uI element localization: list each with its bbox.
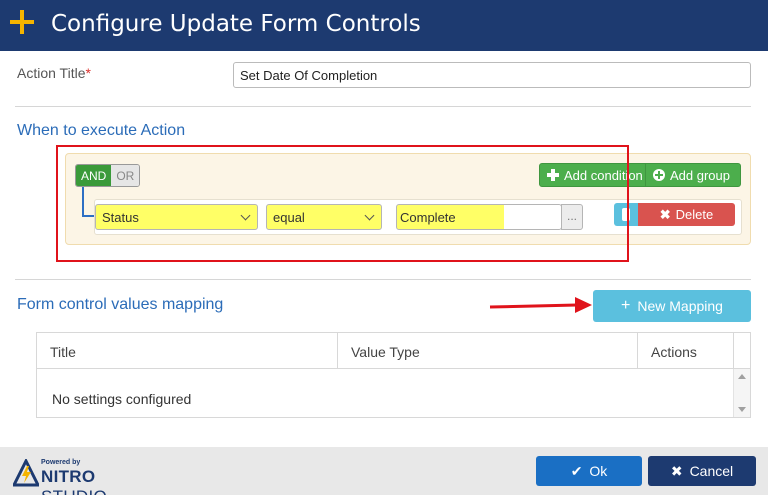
table-scrollbar[interactable] [733,369,750,417]
powered-by-text: Powered by [41,459,81,466]
mapping-section-title: Form control values mapping [17,296,224,313]
close-icon: ✖ [670,462,683,479]
circle-plus-icon [653,169,665,181]
check-icon: ✔ [570,462,583,479]
ok-button[interactable]: ✔ Ok [536,456,642,486]
cancel-label: Cancel [689,463,734,479]
nitro-studio-logo: Powered by NITRO STUDIO [13,459,163,495]
column-header-title: Title [50,344,76,360]
close-icon: ✖ [659,206,671,222]
action-title-label-text: Action Title [17,65,86,81]
table-header: Title Value Type Actions [37,333,750,369]
ok-label: Ok [589,463,608,479]
brand-light: STUDIO [41,487,107,495]
delete-label: Delete [675,207,714,222]
dialog-title: Configure Update Form Controls [51,11,421,37]
cancel-button[interactable]: ✖ Cancel [648,456,756,486]
column-header-actions: Actions [637,333,733,369]
required-marker: * [85,65,91,81]
mapping-table: Title Value Type Actions No settings con… [36,332,751,418]
delete-rule-button[interactable]: ✖ Delete [638,203,735,226]
add-group-button[interactable]: Add group [645,163,741,187]
new-mapping-label: New Mapping [637,298,723,314]
empty-table-message: No settings configured [52,391,192,407]
column-header-value-type: Value Type [337,333,639,369]
brand-text: NITRO STUDIO [41,467,163,495]
dialog-header: Configure Update Form Controls [0,0,768,51]
new-mapping-button[interactable]: + New Mapping [593,290,751,322]
header-scroll-spacer [733,333,750,369]
divider [15,279,751,280]
dialog-footer: Powered by NITRO STUDIO ✔ Ok ✖ Cancel [0,447,768,495]
action-title-input[interactable] [233,62,751,88]
divider [15,106,751,107]
add-group-label: Add group [670,167,730,183]
execute-section-title: When to execute Action [17,122,186,139]
plus-icon [10,10,34,34]
action-title-label: Action Title* [17,65,91,81]
brand-bold: NITRO [41,467,96,486]
nitro-logo-icon [13,459,39,487]
annotation-highlight-box [56,145,629,262]
annotation-arrow-icon [489,297,592,313]
scroll-down-icon[interactable] [738,407,746,412]
plus-icon: + [621,297,631,314]
scroll-up-icon[interactable] [738,374,746,379]
